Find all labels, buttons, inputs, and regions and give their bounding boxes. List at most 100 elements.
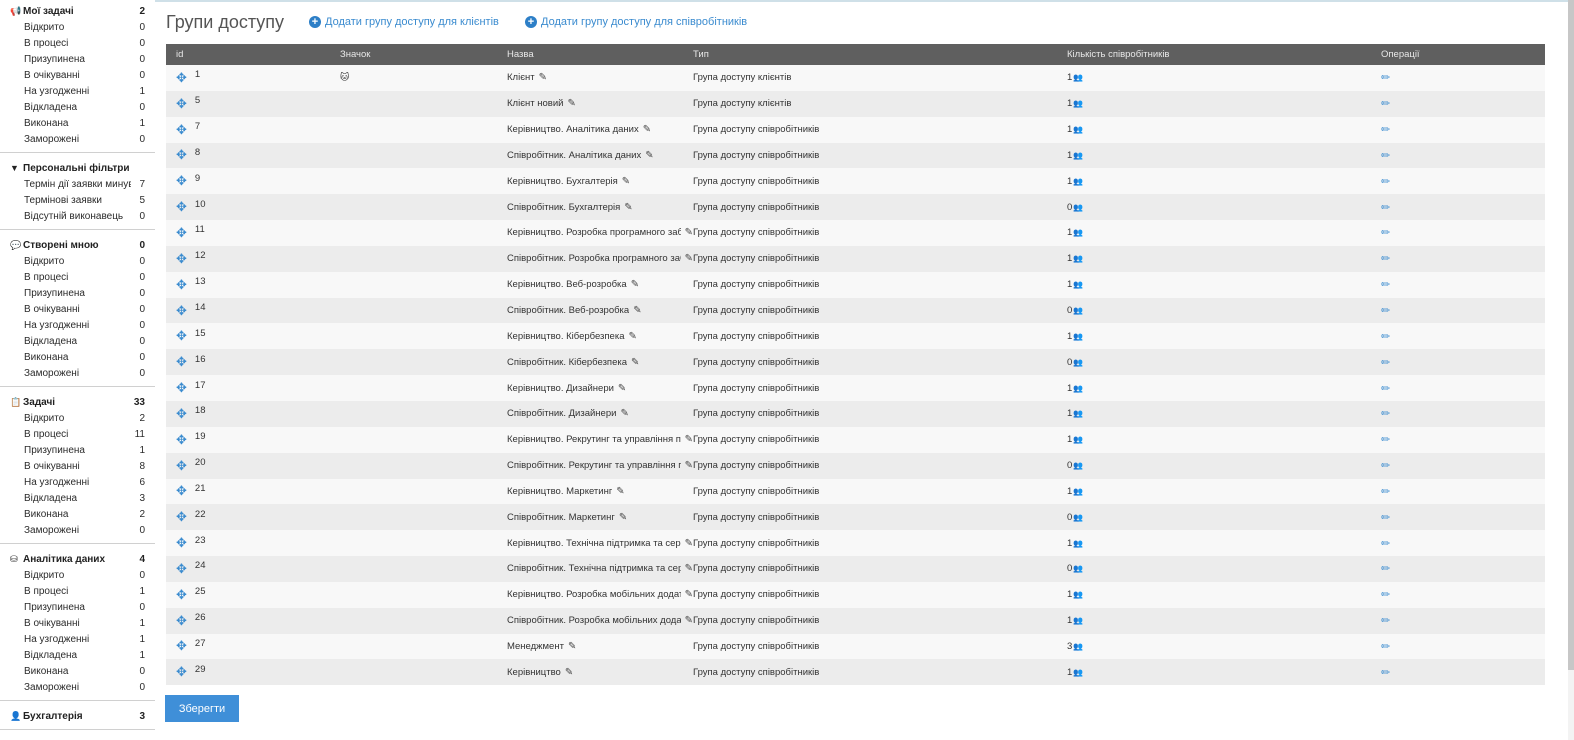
edit-name-pencil-icon[interactable]: ✎ [616, 486, 624, 497]
edit-pencil-icon[interactable]: ✏ [1381, 124, 1390, 136]
drag-move-icon[interactable]: ✥ [176, 536, 187, 549]
header-name[interactable]: Назва [507, 49, 693, 60]
edit-name-pencil-icon[interactable]: ✎ [619, 512, 627, 523]
edit-pencil-icon[interactable]: ✏ [1381, 331, 1390, 343]
sidebar-section-header[interactable]: 👤 Бухгалтерія 3 [0, 708, 155, 724]
sidebar-item[interactable]: В очікуванні 8 [0, 458, 155, 474]
edit-name-pencil-icon[interactable]: ✎ [568, 641, 576, 652]
scrollbar-thumb[interactable] [1568, 0, 1574, 670]
users-icon[interactable]: 👥 [1073, 177, 1083, 186]
edit-name-pencil-icon[interactable]: ✎ [624, 202, 632, 213]
users-icon[interactable]: 👥 [1073, 409, 1083, 418]
edit-pencil-icon[interactable]: ✏ [1381, 538, 1390, 550]
users-icon[interactable]: 👥 [1073, 228, 1083, 237]
sidebar-item[interactable]: Відкрито 0 [0, 567, 155, 583]
drag-move-icon[interactable]: ✥ [176, 665, 187, 678]
edit-pencil-icon[interactable]: ✏ [1381, 357, 1390, 369]
drag-move-icon[interactable]: ✥ [176, 588, 187, 601]
drag-move-icon[interactable]: ✥ [176, 459, 187, 472]
sidebar-section-header[interactable]: 💬 Створені мною 0 [0, 237, 155, 253]
users-icon[interactable]: 👥 [1073, 99, 1083, 108]
page-scrollbar[interactable] [1568, 0, 1574, 740]
edit-pencil-icon[interactable]: ✏ [1381, 512, 1390, 524]
drag-move-icon[interactable]: ✥ [176, 484, 187, 497]
sidebar-item[interactable]: На узгодженні 1 [0, 83, 155, 99]
users-icon[interactable]: 👥 [1073, 125, 1083, 134]
users-icon[interactable]: 👥 [1073, 332, 1083, 341]
edit-pencil-icon[interactable]: ✏ [1381, 98, 1390, 110]
edit-name-pencil-icon[interactable]: ✎ [685, 434, 693, 445]
edit-name-pencil-icon[interactable]: ✎ [685, 253, 693, 264]
header-icon[interactable]: Значок [339, 49, 507, 60]
users-icon[interactable]: 👥 [1073, 254, 1083, 263]
sidebar-item[interactable]: В процесі 0 [0, 35, 155, 51]
users-icon[interactable]: 👥 [1073, 539, 1083, 548]
edit-pencil-icon[interactable]: ✏ [1381, 486, 1390, 498]
edit-pencil-icon[interactable]: ✏ [1381, 253, 1390, 265]
sidebar-item[interactable]: В очікуванні 0 [0, 67, 155, 83]
drag-move-icon[interactable]: ✥ [176, 278, 187, 291]
edit-pencil-icon[interactable]: ✏ [1381, 202, 1390, 214]
sidebar-item[interactable]: В процесі 0 [0, 269, 155, 285]
sidebar-item[interactable]: Призупинена 0 [0, 285, 155, 301]
sidebar-item[interactable]: Відкладена 0 [0, 99, 155, 115]
edit-name-pencil-icon[interactable]: ✎ [539, 72, 547, 83]
edit-name-pencil-icon[interactable]: ✎ [685, 460, 693, 471]
sidebar-item[interactable]: Призупинена 0 [0, 51, 155, 67]
drag-move-icon[interactable]: ✥ [176, 71, 187, 84]
users-icon[interactable]: 👥 [1073, 73, 1083, 82]
users-icon[interactable]: 👥 [1073, 203, 1083, 212]
sidebar-item[interactable]: Відкладена 3 [0, 490, 155, 506]
edit-name-pencil-icon[interactable]: ✎ [685, 589, 693, 600]
users-icon[interactable]: 👥 [1073, 358, 1083, 367]
sidebar-item[interactable]: Термін дії заявки минув 7 [0, 176, 155, 192]
sidebar-item[interactable]: Відсутній виконавець 0 [0, 208, 155, 224]
users-icon[interactable]: 👥 [1073, 151, 1083, 160]
users-icon[interactable]: 👥 [1073, 564, 1083, 573]
sidebar-item[interactable]: Виконана 0 [0, 349, 155, 365]
sidebar-section-header[interactable]: 📢 Мої задачі 2 [0, 3, 155, 19]
edit-pencil-icon[interactable]: ✏ [1381, 615, 1390, 627]
edit-pencil-icon[interactable]: ✏ [1381, 305, 1390, 317]
edit-pencil-icon[interactable]: ✏ [1381, 563, 1390, 575]
edit-name-pencil-icon[interactable]: ✎ [631, 357, 639, 368]
drag-move-icon[interactable]: ✥ [176, 148, 187, 161]
sidebar-item[interactable]: Відкладена 1 [0, 647, 155, 663]
edit-name-pencil-icon[interactable]: ✎ [633, 305, 641, 316]
sidebar-item[interactable]: Відкрито 2 [0, 410, 155, 426]
edit-pencil-icon[interactable]: ✏ [1381, 176, 1390, 188]
edit-pencil-icon[interactable]: ✏ [1381, 667, 1390, 679]
add-employee-group-link[interactable]: + Додати групу доступу для співробітникі… [525, 16, 747, 28]
edit-name-pencil-icon[interactable]: ✎ [685, 227, 693, 238]
users-icon[interactable]: 👥 [1073, 306, 1083, 315]
users-icon[interactable]: 👥 [1073, 487, 1083, 496]
sidebar-item[interactable]: В очікуванні 1 [0, 615, 155, 631]
users-icon[interactable]: 👥 [1073, 590, 1083, 599]
sidebar-item[interactable]: Призупинена 0 [0, 599, 155, 615]
edit-pencil-icon[interactable]: ✏ [1381, 227, 1390, 239]
sidebar-item[interactable]: Призупинена 1 [0, 442, 155, 458]
save-button[interactable]: Зберегти [165, 695, 239, 722]
add-client-group-link[interactable]: + Додати групу доступу для клієнтів [309, 16, 499, 28]
users-icon[interactable]: 👥 [1073, 513, 1083, 522]
sidebar-item[interactable]: На узгодженні 0 [0, 317, 155, 333]
users-icon[interactable]: 👥 [1073, 384, 1083, 393]
sidebar-item[interactable]: Відкладена 0 [0, 333, 155, 349]
users-icon[interactable]: 👥 [1073, 461, 1083, 470]
header-count[interactable]: Кількість співробітників [1067, 49, 1381, 60]
edit-name-pencil-icon[interactable]: ✎ [622, 176, 630, 187]
sidebar-item[interactable]: Заморожені 0 [0, 131, 155, 147]
edit-pencil-icon[interactable]: ✏ [1381, 383, 1390, 395]
sidebar-item[interactable]: Термінові заявки 5 [0, 192, 155, 208]
sidebar-section-header[interactable]: 📋 Задачі 33 [0, 394, 155, 410]
sidebar-item[interactable]: На узгодженні 6 [0, 474, 155, 490]
edit-name-pencil-icon[interactable]: ✎ [618, 383, 626, 394]
edit-name-pencil-icon[interactable]: ✎ [685, 615, 693, 626]
edit-pencil-icon[interactable]: ✏ [1381, 408, 1390, 420]
drag-move-icon[interactable]: ✥ [176, 304, 187, 317]
edit-name-pencil-icon[interactable]: ✎ [685, 563, 693, 574]
drag-move-icon[interactable]: ✥ [176, 614, 187, 627]
drag-move-icon[interactable]: ✥ [176, 329, 187, 342]
drag-move-icon[interactable]: ✥ [176, 252, 187, 265]
edit-pencil-icon[interactable]: ✏ [1381, 279, 1390, 291]
